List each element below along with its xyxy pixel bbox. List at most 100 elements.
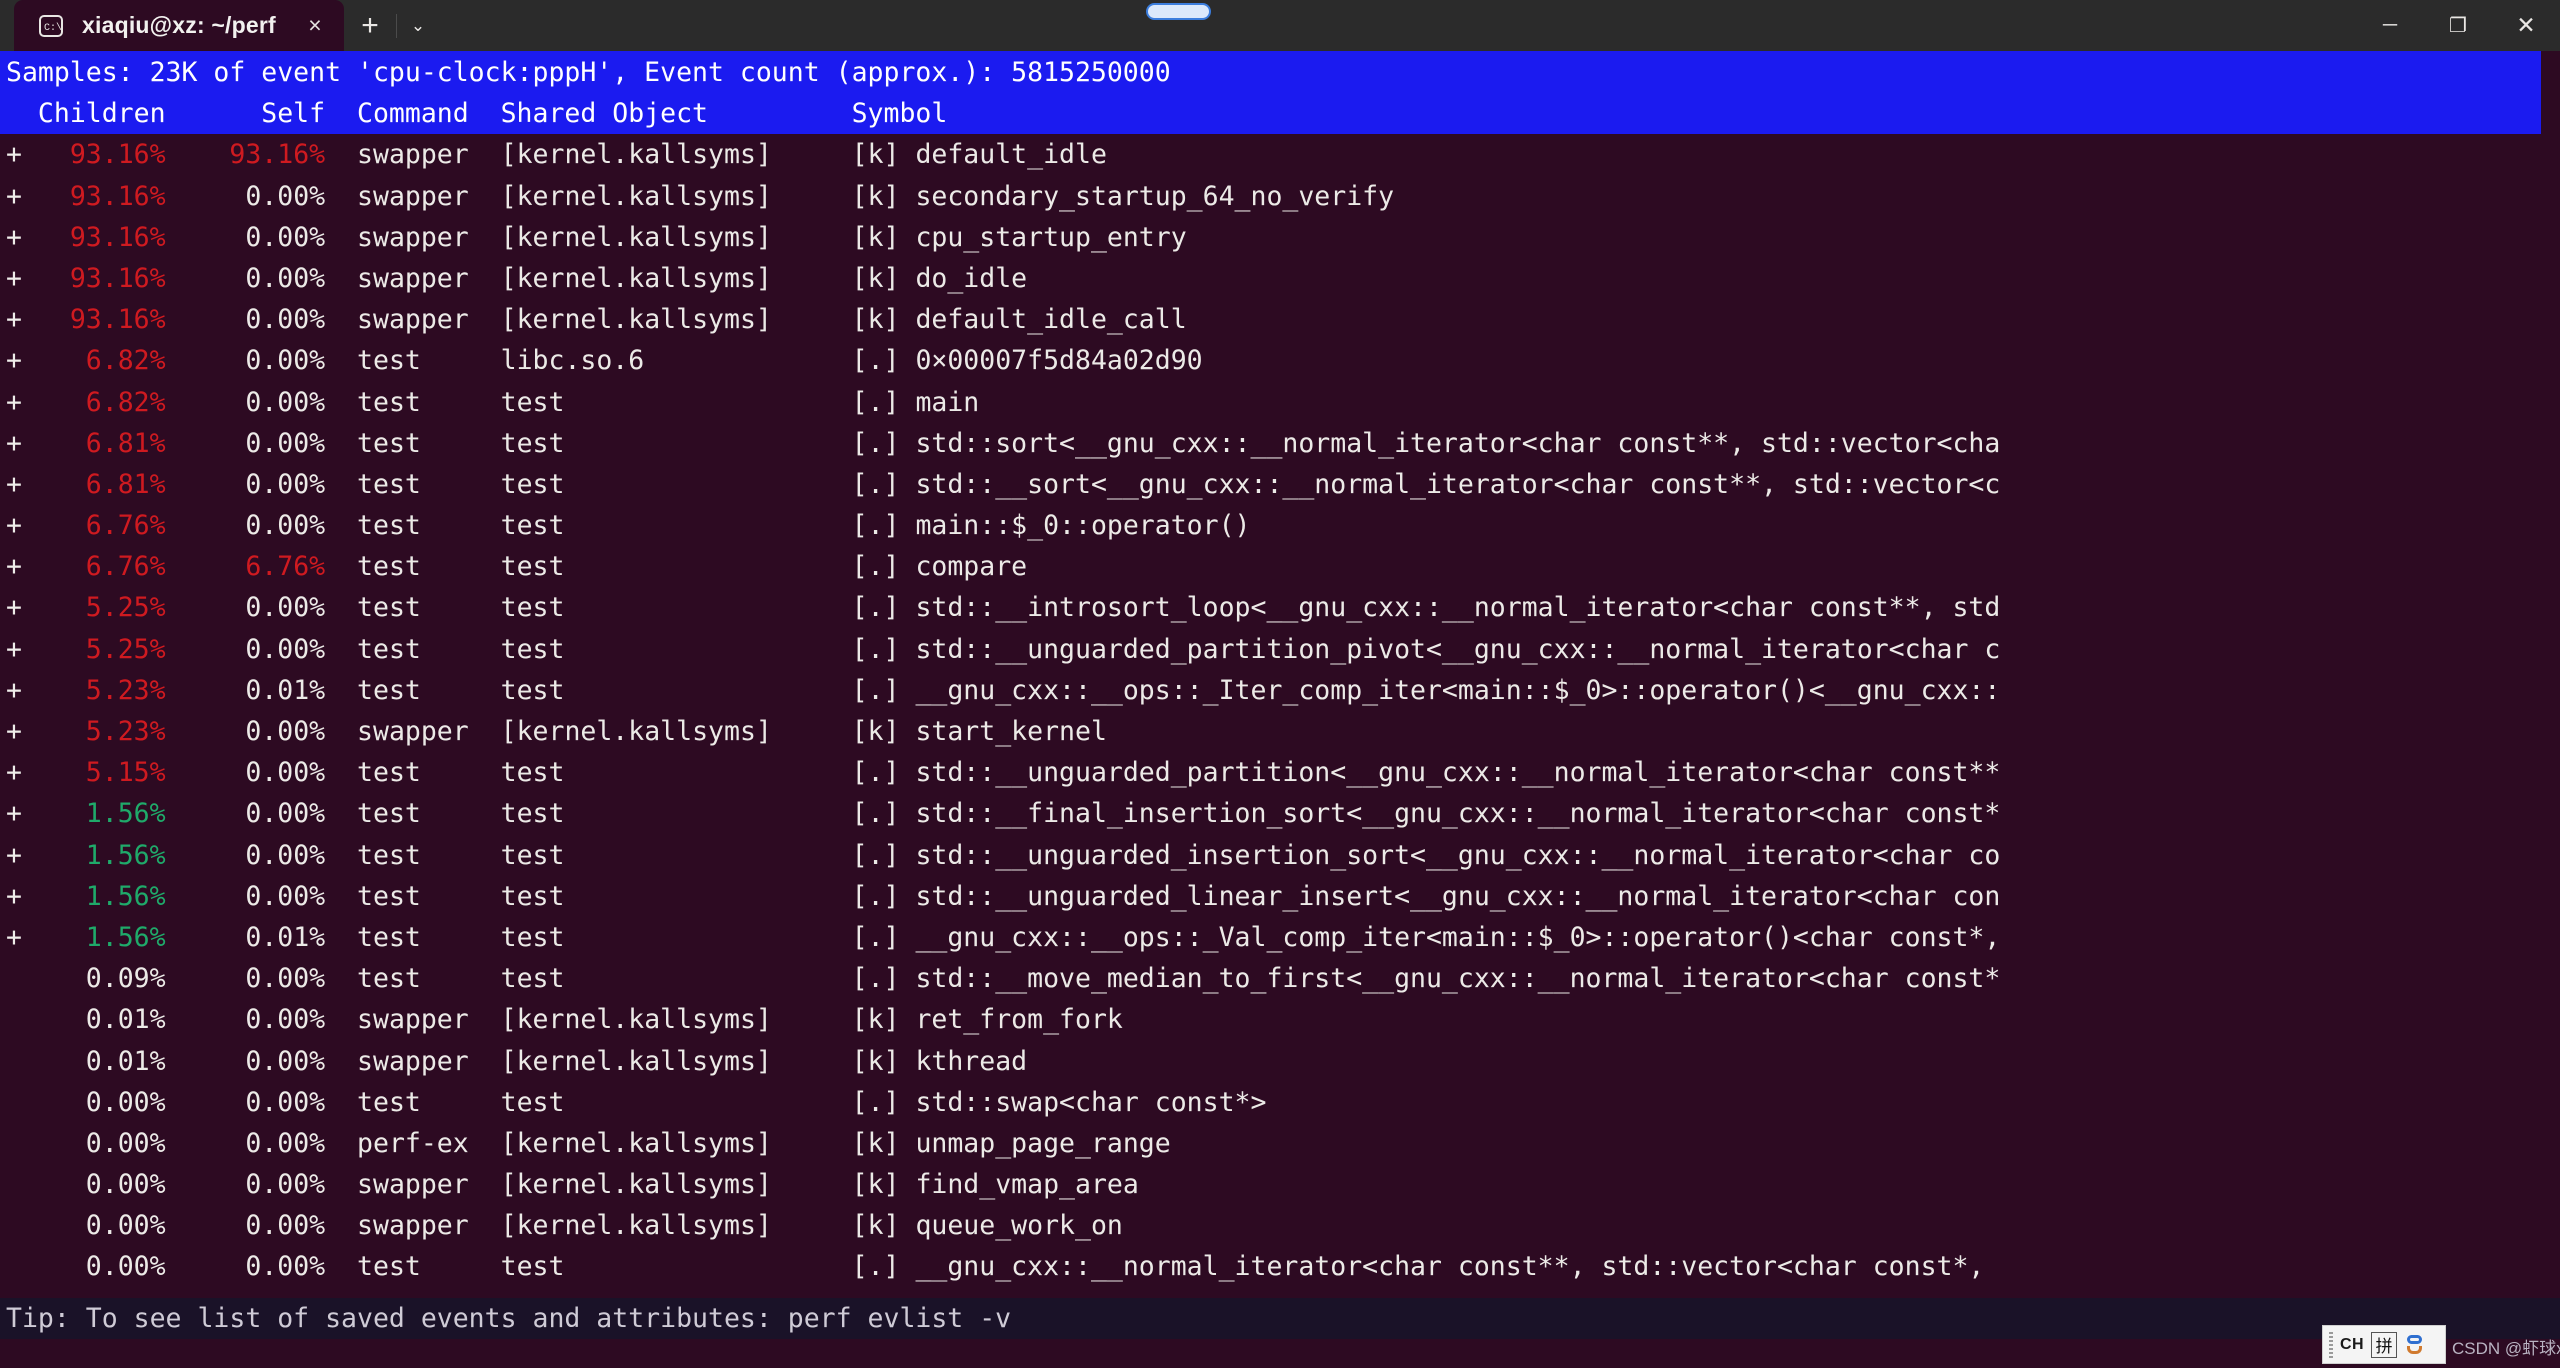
- ime-mode-label[interactable]: 拼: [2371, 1331, 2398, 1358]
- row-command: swapper: [325, 1045, 501, 1077]
- row-self-pct: 0.00%: [213, 798, 326, 830]
- row-gap: [166, 387, 214, 418]
- row-gap: [166, 263, 214, 294]
- minimize-button[interactable]: ─: [2356, 0, 2424, 51]
- row-gap: [166, 1087, 214, 1118]
- svg-text:C:\: C:\: [44, 22, 62, 34]
- table-row[interactable]: + 6.76% 6.76% test test [.] compare: [6, 546, 2560, 587]
- table-row[interactable]: + 1.56% 0.01% test test [.] __gnu_cxx::_…: [6, 917, 2560, 958]
- row-shared-object: [kernel.kallsyms]: [500, 262, 852, 294]
- table-row[interactable]: + 93.16% 0.00% swapper [kernel.kallsyms]…: [6, 299, 2560, 340]
- row-gap: [166, 428, 214, 459]
- row-symbol: [.] std::__unguarded_insertion_sort<__gn…: [851, 839, 2001, 871]
- row-expand-toggle: +: [6, 592, 54, 624]
- row-expand-toggle: [6, 1046, 54, 1077]
- table-row[interactable]: + 6.81% 0.00% test test [.] std::__sort<…: [6, 464, 2560, 505]
- terminal-viewport[interactable]: Samples: 23K of event 'cpu-clock:pppH', …: [0, 51, 2560, 1368]
- table-row[interactable]: 0.00% 0.00% test test [.] __gnu_cxx::__n…: [6, 1246, 2560, 1287]
- ime-drag-handle[interactable]: [2329, 1331, 2333, 1358]
- ime-language-label[interactable]: CH: [2340, 1336, 2364, 1354]
- row-gap: [166, 222, 214, 253]
- row-children-pct: 0.00%: [53, 1169, 166, 1201]
- row-command: swapper: [325, 1169, 501, 1201]
- row-gap: [166, 798, 214, 829]
- row-expand-toggle: +: [6, 345, 54, 377]
- row-symbol: [k] ret_from_fork: [851, 1004, 1123, 1036]
- row-children-pct: 93.16%: [53, 221, 166, 253]
- row-shared-object: test: [500, 468, 852, 500]
- row-self-pct: 6.76%: [213, 551, 326, 583]
- row-gap: [166, 592, 214, 623]
- perf-report-rows[interactable]: + 93.16% 93.16% swapper [kernel.kallsyms…: [0, 134, 2560, 1287]
- row-self-pct: 0.00%: [213, 1169, 326, 1201]
- row-expand-toggle: [6, 963, 54, 994]
- maximize-button[interactable]: ❐: [2424, 0, 2492, 51]
- table-row[interactable]: + 6.82% 0.00% test test [.] main: [6, 382, 2560, 423]
- column-header-line: Children Self Command Shared Object Symb…: [6, 98, 948, 130]
- row-shared-object: test: [500, 880, 852, 912]
- row-gap: [166, 963, 214, 994]
- row-symbol: [.] std::__unguarded_partition<__gnu_cxx…: [851, 757, 2001, 789]
- window-snap-indicator[interactable]: [1146, 3, 1211, 20]
- row-children-pct: 93.16%: [53, 304, 166, 336]
- table-row[interactable]: + 93.16% 0.00% swapper [kernel.kallsyms]…: [6, 176, 2560, 217]
- tab-dropdown-icon[interactable]: ⌄: [396, 0, 440, 51]
- row-expand-toggle: +: [6, 510, 54, 542]
- table-row[interactable]: 0.01% 0.00% swapper [kernel.kallsyms] [k…: [6, 999, 2560, 1040]
- table-row[interactable]: 0.01% 0.00% swapper [kernel.kallsyms] [k…: [6, 1041, 2560, 1082]
- row-shared-object: test: [500, 798, 852, 830]
- table-row[interactable]: + 93.16% 0.00% swapper [kernel.kallsyms]…: [6, 217, 2560, 258]
- table-row[interactable]: + 1.56% 0.00% test test [.] std::__ungua…: [6, 876, 2560, 917]
- table-row[interactable]: + 93.16% 0.00% swapper [kernel.kallsyms]…: [6, 258, 2560, 299]
- row-children-pct: 0.01%: [53, 1004, 166, 1036]
- row-command: swapper: [325, 180, 501, 212]
- tab-title: xiaqiu@xz: ~/perf: [82, 12, 276, 38]
- row-self-pct: 0.00%: [213, 1127, 326, 1159]
- table-row[interactable]: + 5.15% 0.00% test test [.] std::__ungua…: [6, 752, 2560, 793]
- row-gap: [166, 345, 214, 376]
- row-children-pct: 5.23%: [53, 674, 166, 706]
- table-row[interactable]: 0.00% 0.00% perf-ex [kernel.kallsyms] [k…: [6, 1123, 2560, 1164]
- row-shared-object: test: [500, 757, 852, 789]
- row-gap: [166, 716, 214, 747]
- row-command: test: [325, 798, 501, 830]
- row-self-pct: 0.00%: [213, 262, 326, 294]
- row-self-pct: 0.00%: [213, 592, 326, 624]
- table-row[interactable]: 0.00% 0.00% swapper [kernel.kallsyms] [k…: [6, 1205, 2560, 1246]
- new-tab-button[interactable]: +: [344, 0, 396, 51]
- row-command: swapper: [325, 1210, 501, 1242]
- row-gap: [166, 840, 214, 871]
- table-row[interactable]: 0.00% 0.00% swapper [kernel.kallsyms] [k…: [6, 1164, 2560, 1205]
- table-row[interactable]: + 5.23% 0.00% swapper [kernel.kallsyms] …: [6, 711, 2560, 752]
- table-row[interactable]: + 1.56% 0.00% test test [.] std::__final…: [6, 793, 2560, 834]
- table-row[interactable]: + 5.23% 0.01% test test [.] __gnu_cxx::_…: [6, 670, 2560, 711]
- row-gap: [166, 139, 214, 170]
- ime-shape-icon[interactable]: [2404, 1332, 2424, 1358]
- table-row[interactable]: 0.09% 0.00% test test [.] std::__move_me…: [6, 958, 2560, 999]
- row-expand-toggle: +: [6, 221, 54, 253]
- close-window-button[interactable]: ✕: [2492, 0, 2560, 51]
- table-row[interactable]: + 6.76% 0.00% test test [.] main::$_0::o…: [6, 505, 2560, 546]
- row-command: test: [325, 1251, 501, 1283]
- row-command: test: [325, 551, 501, 583]
- table-row[interactable]: + 1.56% 0.00% test test [.] std::__ungua…: [6, 835, 2560, 876]
- row-gap: [166, 922, 214, 953]
- table-row[interactable]: + 5.25% 0.00% test test [.] std::__intro…: [6, 587, 2560, 628]
- terminal-tab[interactable]: C:\ xiaqiu@xz: ~/perf ×: [14, 0, 344, 51]
- row-symbol: [.] main::$_0::operator(): [851, 510, 1251, 542]
- close-tab-icon[interactable]: ×: [298, 9, 332, 43]
- table-row[interactable]: + 93.16% 93.16% swapper [kernel.kallsyms…: [6, 134, 2560, 175]
- table-row[interactable]: + 5.25% 0.00% test test [.] std::__ungua…: [6, 629, 2560, 670]
- row-expand-toggle: +: [6, 716, 54, 748]
- row-gap: [166, 304, 214, 335]
- window-titlebar: C:\ xiaqiu@xz: ~/perf × + ⌄ ─ ❐ ✕: [0, 0, 2560, 51]
- row-shared-object: [kernel.kallsyms]: [500, 1127, 852, 1159]
- row-command: test: [325, 757, 501, 789]
- table-row[interactable]: + 6.82% 0.00% test libc.so.6 [.] 0×00007…: [6, 340, 2560, 381]
- row-children-pct: 5.25%: [53, 592, 166, 624]
- ime-indicator[interactable]: CH 拼: [2322, 1325, 2446, 1364]
- row-symbol: [.] std::__unguarded_partition_pivot<__g…: [851, 633, 2001, 665]
- row-children-pct: 0.01%: [53, 1045, 166, 1077]
- table-row[interactable]: + 6.81% 0.00% test test [.] std::sort<__…: [6, 423, 2560, 464]
- table-row[interactable]: 0.00% 0.00% test test [.] std::swap<char…: [6, 1082, 2560, 1123]
